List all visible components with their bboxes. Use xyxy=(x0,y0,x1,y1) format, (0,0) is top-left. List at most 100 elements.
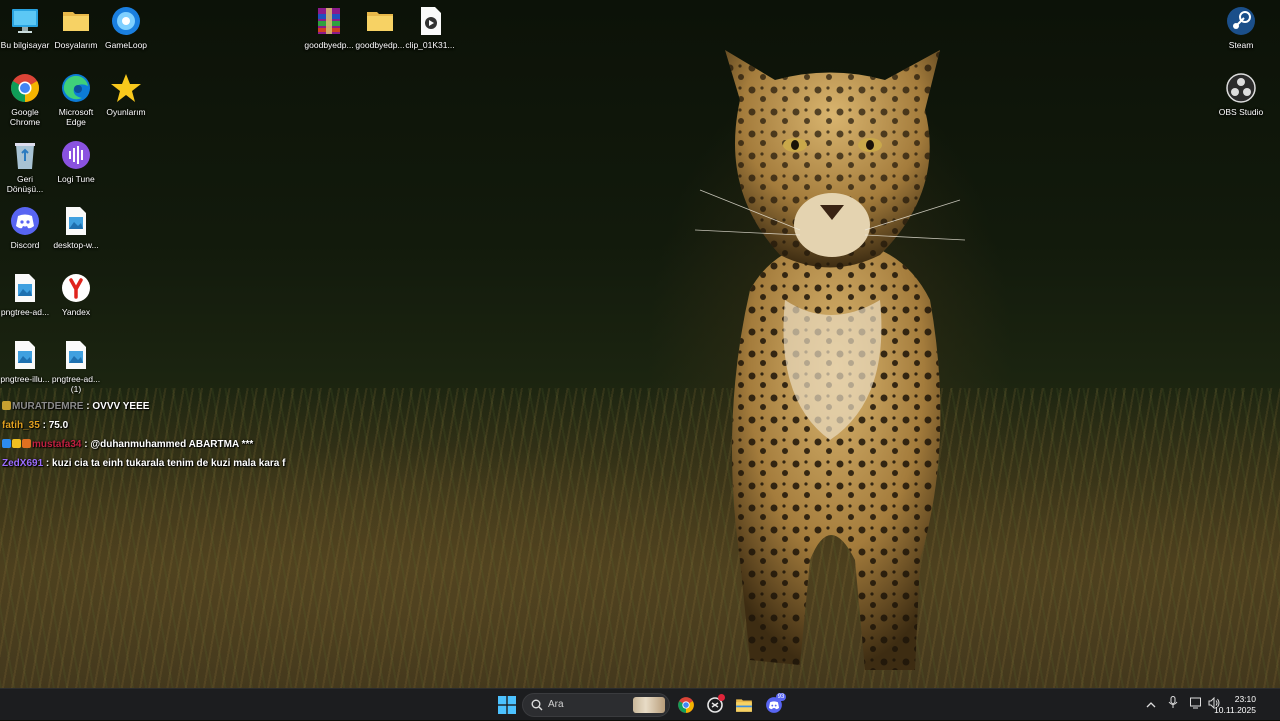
chat-badge-icon xyxy=(12,439,21,448)
desktop-icon-label: Logi Tune xyxy=(57,174,95,184)
desktop-icon-yandex[interactable]: Yandex xyxy=(51,272,101,317)
taskbar-clock[interactable]: 23:10 10.11.2025 xyxy=(1214,694,1256,716)
windows-icon xyxy=(498,696,516,714)
system-tray xyxy=(1146,689,1222,721)
image-file-icon xyxy=(9,339,41,371)
chat-message: mustafa34 : @duhanmuhammed ABARTMA *** xyxy=(2,438,332,457)
microphone-icon[interactable] xyxy=(1168,696,1182,714)
chat-message: fatih_35 : 75.0 xyxy=(2,419,332,438)
desktop-icon-chrome[interactable]: Google Chrome xyxy=(0,72,50,127)
desktop-icon-label: pngtree-illu... xyxy=(0,374,50,384)
chat-text: OVVV YEEE xyxy=(92,401,150,412)
stream-chat-overlay: MURATDEMRE : OVVV YEEE fatih_35 : 75.0 m… xyxy=(2,400,332,476)
desktop-icon-label: Yandex xyxy=(61,307,91,317)
taskbar-chrome-button[interactable] xyxy=(674,693,698,717)
taskbar-file-explorer-button[interactable] xyxy=(732,693,756,717)
desktop-icon-documents[interactable]: Dosyalarım xyxy=(51,5,101,50)
desktop-icon-label: goodbyedp... xyxy=(355,40,405,50)
search-highlight-image xyxy=(633,697,665,713)
clock-date: 10.11.2025 xyxy=(1214,705,1256,715)
chat-separator: : xyxy=(39,420,49,431)
desktop-icon-label: Steam xyxy=(1228,40,1254,50)
discord-unread-badge: 93 xyxy=(776,693,786,701)
desktop-icon-label: desktop-w... xyxy=(53,240,99,250)
search-placeholder: Ara xyxy=(548,699,564,710)
desktop-icon-label: OBS Studio xyxy=(1218,107,1264,117)
video-file-icon xyxy=(414,5,446,37)
desktop-wallpaper xyxy=(0,0,1280,688)
desktop-icon-goodbyedpi-archive[interactable]: goodbyedp... xyxy=(304,5,354,50)
desktop-icon-label: clip_01K31... xyxy=(405,40,455,50)
discord-icon xyxy=(9,205,41,237)
chat-badge-icon xyxy=(2,401,11,410)
start-button[interactable] xyxy=(495,693,519,717)
chevron-up-icon[interactable] xyxy=(1146,696,1160,714)
edge-icon xyxy=(60,72,92,104)
archive-icon xyxy=(313,5,345,37)
chat-badge-icon xyxy=(2,439,11,448)
desktop-icon-steam[interactable]: Steam xyxy=(1216,5,1266,50)
desktop-icon-gameloop[interactable]: GameLoop xyxy=(101,5,151,50)
taskbar-snipping-button[interactable] xyxy=(703,693,727,717)
steam-icon xyxy=(1225,5,1257,37)
chat-username: MURATDEMRE xyxy=(12,401,84,412)
desktop-icon-obs[interactable]: OBS Studio xyxy=(1216,72,1266,117)
leopard-image xyxy=(694,50,966,670)
chat-message: MURATDEMRE : OVVV YEEE xyxy=(2,400,332,419)
image-file-icon xyxy=(60,205,92,237)
recycle-bin-icon xyxy=(9,139,41,171)
chat-message: ZedX691 : kuzi cia ta einh tukarala teni… xyxy=(2,457,332,476)
desktop-icon-label: Discord xyxy=(10,240,40,250)
desktop-icon-recycle-bin[interactable]: Geri Dönüşü... xyxy=(0,139,50,194)
chrome-icon xyxy=(678,697,694,713)
desktop-icon-pngtree-ad[interactable]: pngtree-ad... xyxy=(0,272,50,317)
desktop-icon-pngtree-illu[interactable]: pngtree-illu... xyxy=(0,339,50,384)
chat-text: kuzi cia ta einh tukarala tenim de kuzi … xyxy=(52,458,286,469)
taskbar-discord-button[interactable]: 93 xyxy=(762,693,786,717)
folder-icon xyxy=(736,699,752,712)
display-icon[interactable] xyxy=(1190,696,1204,714)
taskbar-search-box[interactable]: Ara xyxy=(522,693,670,717)
desktop-icon-label: Oyunlarım xyxy=(106,107,146,117)
desktop-icon-label: Microsoft Edge xyxy=(58,107,94,127)
taskbar: Ara 93 23:10 10.11.2025 xyxy=(0,688,1280,720)
image-file-icon xyxy=(9,272,41,304)
chat-text: 75.0 xyxy=(48,420,69,431)
desktop-icon-label: goodbyedp... xyxy=(304,40,354,50)
desktop-icon-label: GameLoop xyxy=(104,40,148,50)
desktop-icon-discord[interactable]: Discord xyxy=(0,205,50,250)
chat-username: fatih_35 xyxy=(2,420,40,431)
desktop-icon-label: Dosyalarım xyxy=(54,40,98,50)
chat-text: @duhanmuhammed ABARTMA *** xyxy=(90,439,254,450)
obs-icon xyxy=(1225,72,1257,104)
gameloop-icon xyxy=(110,5,142,37)
desktop-icon-pngtree-ad-1[interactable]: pngtree-ad... (1) xyxy=(51,339,101,394)
chrome-icon xyxy=(9,72,41,104)
desktop-icon-label: Geri Dönüşü... xyxy=(6,174,44,194)
desktop-icon-desktop-wallpaper-file[interactable]: desktop-w... xyxy=(51,205,101,250)
search-icon xyxy=(531,699,543,711)
desktop-icon-this-pc[interactable]: Bu bilgisayar xyxy=(0,5,50,50)
folder-icon xyxy=(364,5,396,37)
chat-badge-icon xyxy=(22,439,31,448)
desktop-icon-label: pngtree-ad... xyxy=(0,307,50,317)
star-icon xyxy=(110,72,142,104)
chat-separator: : xyxy=(43,458,53,469)
yandex-icon xyxy=(60,272,92,304)
desktop-icon-my-games[interactable]: Oyunlarım xyxy=(101,72,151,117)
folder-icon xyxy=(60,5,92,37)
desktop-icon-logi-tune[interactable]: Logi Tune xyxy=(51,139,101,184)
chat-username: mustafa34 xyxy=(32,439,82,450)
desktop-icon-label: pngtree-ad... (1) xyxy=(51,374,101,394)
desktop-icon-label: Bu bilgisayar xyxy=(0,40,50,50)
monitor-icon xyxy=(9,5,41,37)
clock-time: 23:10 xyxy=(1234,694,1256,704)
desktop-icon-edge[interactable]: Microsoft Edge xyxy=(51,72,101,127)
image-file-icon xyxy=(60,339,92,371)
logi-tune-icon xyxy=(60,139,92,171)
desktop-icon-goodbyedpi-folder[interactable]: goodbyedp... xyxy=(355,5,405,50)
notification-dot xyxy=(718,694,725,701)
chat-username: ZedX691 xyxy=(2,458,44,469)
desktop-icon-clip-video[interactable]: clip_01K31... xyxy=(405,5,455,50)
desktop-icon-label: Google Chrome xyxy=(9,107,41,127)
